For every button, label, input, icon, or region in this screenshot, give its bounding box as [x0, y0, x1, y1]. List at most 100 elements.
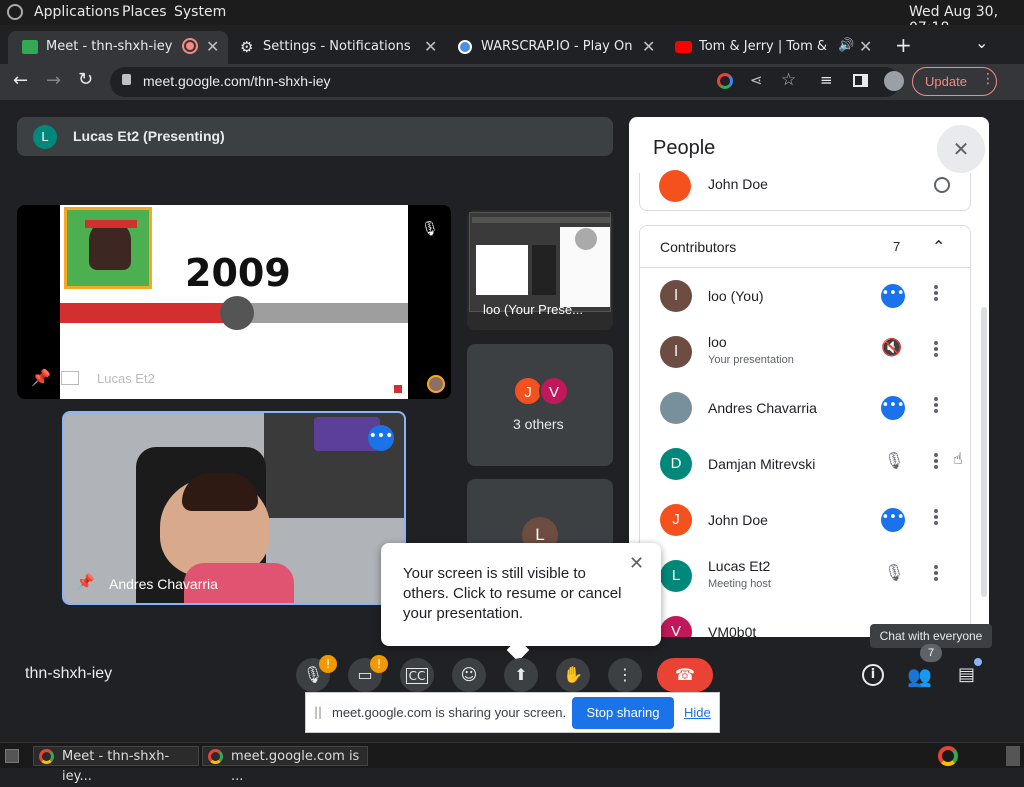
tab-close-icon[interactable]: ✕ — [206, 37, 219, 56]
info-icon[interactable]: i — [862, 664, 884, 686]
tab-search-button[interactable]: ⌄ — [975, 33, 988, 52]
places-menu[interactable]: Places — [122, 4, 167, 20]
drag-handle-icon[interactable]: || — [314, 705, 322, 719]
profile-avatar-icon[interactable] — [884, 71, 904, 91]
person-sub: Meeting host — [708, 578, 771, 590]
workspace-switcher[interactable] — [1006, 746, 1020, 766]
list-item[interactable]: l loo (You) ••• — [641, 268, 971, 324]
browser-toolbar: ← → ↻ meet.google.com/thn-shxh-iey ⋖ ☆ ≡… — [0, 64, 1024, 100]
muted-mic-icon: 🎙 — [884, 451, 905, 470]
stream-logo-icon — [394, 385, 402, 393]
hide-link[interactable]: Hide — [684, 705, 711, 720]
partial-tile[interactable]: L — [467, 479, 613, 549]
captions-icon: CC — [405, 668, 429, 684]
omnibox[interactable]: meet.google.com/thn-shxh-iey ⋖ ☆ — [110, 67, 900, 97]
mic-button[interactable]: 🎙 ! — [296, 655, 337, 692]
applications-menu[interactable]: Applications — [34, 4, 120, 20]
bookmark-star-icon[interactable]: ☆ — [781, 70, 796, 90]
list-item[interactable]: J John Doe ••• — [641, 492, 971, 548]
pin-icon[interactable]: 📌 — [31, 368, 51, 387]
andres-video-tile[interactable]: ••• 📌 Andres Chavarria — [62, 411, 406, 605]
year-text: 2009 — [185, 251, 291, 295]
raise-hand-button[interactable]: ✋ — [556, 658, 590, 692]
youtube-favicon-icon — [675, 41, 692, 53]
list-item[interactable]: Andres Chavarria ••• — [641, 380, 971, 436]
others-label: 3 others — [513, 416, 564, 432]
tab-close-icon[interactable]: ✕ — [424, 37, 437, 56]
kebab-menu-icon[interactable] — [934, 285, 938, 303]
tab-warscrap[interactable]: WARSCRAP.IO - Play Onl ✕ — [448, 31, 663, 64]
kebab-menu-icon[interactable] — [934, 565, 938, 583]
meet-favicon-icon — [22, 40, 38, 54]
chat-icon[interactable]: ▤ — [958, 664, 975, 685]
sharing-infobar: || meet.google.com is sharing your scree… — [305, 692, 720, 733]
sharing-text: meet.google.com is sharing your screen. — [332, 705, 567, 720]
camera-button[interactable]: ▭ ! — [348, 655, 388, 692]
more-options-icon[interactable]: ••• — [881, 284, 905, 308]
self-presentation-tile[interactable]: loo (Your Prese... — [467, 210, 613, 330]
warning-icon: ! — [319, 655, 337, 673]
list-item[interactable]: D Damjan Mitrevski 🎙 — [641, 436, 971, 492]
media-control-icon[interactable]: ≡ — [820, 71, 833, 89]
main-presentation-tile[interactable]: 2009 🎙 📌 Lucas Et2 — [17, 205, 451, 399]
scrollbar[interactable] — [981, 307, 987, 597]
close-icon[interactable]: ✕ — [629, 553, 644, 574]
taskbar-item-sharing[interactable]: meet.google.com is ... — [202, 746, 368, 784]
chrome-tray-icon[interactable] — [938, 746, 958, 766]
tab-meet[interactable]: Meet - thn-shxh-iey ✕ — [8, 31, 228, 64]
new-tab-button[interactable]: + — [895, 33, 912, 57]
forward-icon[interactable]: → — [46, 70, 61, 91]
back-icon[interactable]: ← — [13, 70, 28, 91]
person-name: Andres Chavarria — [708, 400, 817, 416]
tab-close-icon[interactable]: ✕ — [642, 37, 655, 56]
more-options-button[interactable]: ⋮ — [608, 658, 642, 692]
more-options-icon[interactable]: ••• — [368, 425, 394, 451]
kebab-menu-icon[interactable] — [934, 397, 938, 415]
chevron-up-icon[interactable]: ⌃ — [932, 237, 945, 256]
person-sub: Your presentation — [708, 354, 794, 366]
url-text[interactable]: meet.google.com/thn-shxh-iey — [143, 73, 331, 89]
kebab-menu-icon[interactable] — [934, 509, 938, 527]
captions-button[interactable]: CC — [400, 658, 434, 692]
contributors-header[interactable]: Contributors 7 ⌃ — [640, 226, 970, 268]
show-desktop-icon[interactable] — [5, 749, 19, 763]
muted-audio-icon — [575, 228, 597, 250]
audio-playing-icon[interactable]: 🔊 — [838, 38, 854, 53]
people-icon[interactable]: 👥 — [907, 664, 932, 688]
person-name: VM0b0t — [708, 624, 757, 637]
hand-icon: ✋ — [563, 665, 583, 684]
system-menu[interactable]: System — [174, 4, 226, 20]
warning-icon: ! — [370, 655, 388, 673]
tab-tom-jerry[interactable]: Tom & Jerry | Tom & Je 🔊 ✕ — [666, 31, 881, 64]
tab-settings[interactable]: ⚙ Settings - Notifications ✕ — [230, 31, 445, 64]
close-panel-icon[interactable]: ✕ — [937, 125, 985, 173]
reactions-button[interactable]: ☺ — [452, 658, 486, 692]
lock-icon[interactable] — [122, 74, 131, 85]
share-icon[interactable]: ⋖ — [750, 71, 763, 89]
tab-close-icon[interactable]: ✕ — [859, 37, 872, 56]
tile-name-label: loo (Your Prese... — [483, 302, 583, 317]
warscrap-favicon-icon — [458, 40, 472, 54]
stop-sharing-button[interactable]: Stop sharing — [572, 697, 674, 729]
others-tile[interactable]: J V 3 others — [467, 344, 613, 466]
kebab-menu-icon[interactable] — [934, 453, 938, 471]
person-name: John Doe — [708, 176, 768, 192]
gnome-foot-icon[interactable] — [7, 4, 23, 20]
kebab-menu-icon[interactable] — [934, 341, 938, 359]
more-options-icon[interactable]: ••• — [881, 396, 905, 420]
taskbar-item-meet[interactable]: Meet - thn-shxh-iey... — [33, 746, 199, 784]
pin-icon[interactable]: 📌 — [76, 573, 95, 591]
list-item[interactable]: l loo Your presentation 🔇 — [641, 324, 971, 380]
update-button[interactable]: Update ⋮ — [912, 67, 997, 96]
update-label: Update — [925, 74, 967, 89]
leave-call-button[interactable]: ☎ — [657, 658, 713, 692]
contributors-count: 7 — [893, 239, 901, 254]
panel-title: People — [653, 137, 716, 159]
present-button[interactable]: ⬆ — [504, 658, 538, 692]
side-panel-icon[interactable] — [853, 74, 868, 87]
more-options-icon[interactable]: ••• — [881, 508, 905, 532]
previous-group-card: John Doe — [639, 170, 971, 211]
google-lens-icon[interactable] — [717, 73, 733, 89]
reload-icon[interactable]: ↻ — [78, 69, 93, 90]
list-item[interactable]: L Lucas Et2 Meeting host 🎙 — [641, 548, 971, 604]
